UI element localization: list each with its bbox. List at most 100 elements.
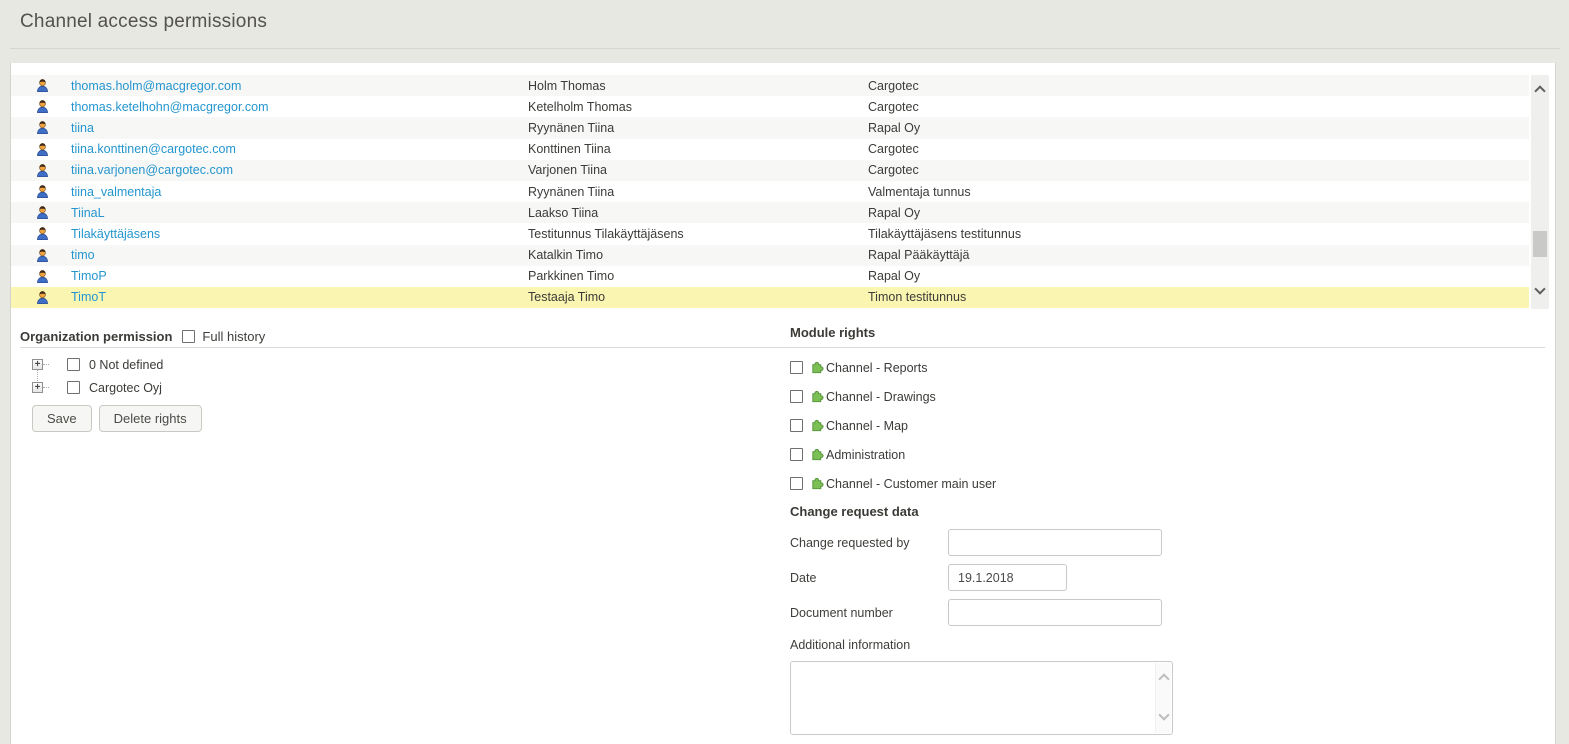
user-username-link[interactable]: TimoT (71, 290, 528, 304)
person-icon (35, 120, 50, 135)
module-label: Channel - Customer main user (826, 477, 996, 491)
person-icon (35, 226, 50, 241)
org-tree-item: 0 Not defined (32, 353, 775, 376)
table-row[interactable]: timo Katalkin Timo Rapal Pääkäyttäjä (11, 245, 1529, 266)
user-username-link[interactable]: tiina_valmentaja (71, 185, 528, 199)
table-row[interactable]: TimoT Testaaja Timo Timon testitunnus (11, 287, 1529, 308)
user-organization: Rapal Oy (868, 121, 1529, 135)
module-checkbox[interactable] (790, 390, 803, 403)
module-puzzle-icon (810, 389, 825, 404)
org-tree: 0 Not defined Cargotec Oyj (20, 353, 775, 399)
user-username-link[interactable]: timo (71, 248, 528, 262)
user-fullname: Varjonen Tiina (528, 163, 868, 177)
table-row[interactable]: tiina_valmentaja Ryynänen Tiina Valmenta… (11, 181, 1529, 202)
table-row[interactable]: thomas.ketelhohn@macgregor.com Ketelholm… (11, 96, 1529, 117)
document-number-input[interactable] (948, 599, 1162, 626)
table-row[interactable]: thomas.holm@macgregor.com Holm Thomas Ca… (11, 75, 1529, 96)
org-tree-item: Cargotec Oyj (32, 376, 775, 399)
user-organization: Cargotec (868, 79, 1529, 93)
person-icon (35, 205, 50, 220)
tree-connector (43, 387, 49, 388)
additional-information-textarea[interactable] (791, 662, 1154, 734)
org-tree-label: Cargotec Oyj (89, 381, 162, 395)
module-label: Channel - Reports (826, 361, 927, 375)
user-organization: Timon testitunnus (868, 290, 1529, 304)
form-field-row: Change requested by (790, 529, 1545, 556)
organization-permission-title: Organization permission (20, 329, 172, 344)
table-row[interactable]: tiina Ryynänen Tiina Rapal Oy (11, 117, 1529, 138)
header-divider (10, 48, 1560, 49)
user-username-link[interactable]: thomas.ketelhohn@macgregor.com (71, 100, 528, 114)
tree-expand-plus-icon[interactable] (32, 382, 43, 393)
user-username-link[interactable]: Tilakäyttäjäsens (71, 227, 528, 241)
tree-expand-plus-icon[interactable] (32, 359, 43, 370)
scroll-up-icon[interactable] (1536, 87, 1544, 95)
module-rights-section: Module rights Channel - Reports Channel … (790, 325, 1545, 735)
page-header: Channel access permissions (0, 0, 1569, 48)
module-puzzle-icon (810, 476, 825, 491)
table-row[interactable]: TimoP Parkkinen Timo Rapal Oy (11, 266, 1529, 287)
user-username-link[interactable]: TimoP (71, 269, 528, 283)
full-history-label: Full history (202, 329, 265, 344)
user-fullname: Testitunnus Tilakäyttäjäsens (528, 227, 868, 241)
module-checkbox[interactable] (790, 477, 803, 490)
person-icon (35, 163, 50, 178)
module-checkbox[interactable] (790, 448, 803, 461)
module-label: Channel - Map (826, 419, 908, 433)
module-right-item: Channel - Map (790, 411, 1545, 440)
module-checkbox[interactable] (790, 419, 803, 432)
user-fullname: Konttinen Tiina (528, 142, 868, 156)
module-label: Channel - Drawings (826, 390, 936, 404)
textarea-scroll-down-icon[interactable] (1160, 711, 1168, 719)
field-label: Date (790, 571, 948, 585)
table-row[interactable]: tiina.konttinen@cargotec.com Konttinen T… (11, 139, 1529, 160)
org-tree-checkbox[interactable] (67, 381, 80, 394)
textarea-scroll-up-icon[interactable] (1160, 675, 1168, 683)
change-request-form: Change requested by Date Document number (790, 529, 1545, 626)
save-button[interactable]: Save (32, 405, 92, 432)
additional-information-field (790, 661, 1173, 735)
user-fullname: Ryynänen Tiina (528, 185, 868, 199)
user-username-link[interactable]: TiinaL (71, 206, 528, 220)
user-username-link[interactable]: tiina (71, 121, 528, 135)
table-row[interactable]: tiina.varjonen@cargotec.com Varjonen Tii… (11, 160, 1529, 181)
delete-rights-button[interactable]: Delete rights (99, 405, 202, 432)
content-panel: thomas.holm@macgregor.com Holm Thomas Ca… (10, 63, 1556, 744)
module-puzzle-icon (810, 418, 825, 433)
date-input[interactable] (948, 564, 1067, 591)
user-organization: Rapal Oy (868, 269, 1529, 283)
organization-permission-section: Organization permission Full history 0 N… (20, 325, 775, 432)
user-fullname: Katalkin Timo (528, 248, 868, 262)
user-organization: Cargotec (868, 100, 1529, 114)
textarea-scrollbar[interactable] (1155, 663, 1171, 733)
person-icon (35, 290, 50, 305)
organization-permission-header: Organization permission Full history (20, 325, 775, 347)
user-organization: Cargotec (868, 163, 1529, 177)
user-username-link[interactable]: tiina.varjonen@cargotec.com (71, 163, 528, 177)
full-history-checkbox[interactable] (182, 330, 195, 343)
form-field-row: Document number (790, 599, 1545, 626)
person-icon (35, 269, 50, 284)
module-rights-list: Channel - Reports Channel - Drawings Cha… (790, 353, 1545, 498)
change-requested-by-input[interactable] (948, 529, 1162, 556)
user-username-link[interactable]: tiina.konttinen@cargotec.com (71, 142, 528, 156)
table-row[interactable]: Tilakäyttäjäsens Testitunnus Tilakäyttäj… (11, 223, 1529, 244)
org-tree-checkbox[interactable] (67, 358, 80, 371)
user-organization: Cargotec (868, 142, 1529, 156)
person-icon (35, 142, 50, 157)
tree-connector (43, 364, 49, 365)
scroll-thumb[interactable] (1533, 231, 1547, 257)
module-rights-title: Module rights (790, 325, 1545, 340)
user-fullname: Holm Thomas (528, 79, 868, 93)
scroll-down-icon[interactable] (1536, 285, 1544, 293)
list-scrollbar[interactable] (1531, 75, 1549, 309)
module-label: Administration (826, 448, 905, 462)
user-organization: Valmentaja tunnus (868, 185, 1529, 199)
module-checkbox[interactable] (790, 361, 803, 374)
user-organization: Tilakäyttäjäsens testitunnus (868, 227, 1529, 241)
module-right-item: Channel - Customer main user (790, 469, 1545, 498)
user-username-link[interactable]: thomas.holm@macgregor.com (71, 79, 528, 93)
user-fullname: Ryynänen Tiina (528, 121, 868, 135)
user-fullname: Ketelholm Thomas (528, 100, 868, 114)
table-row[interactable]: TiinaL Laakso Tiina Rapal Oy (11, 202, 1529, 223)
